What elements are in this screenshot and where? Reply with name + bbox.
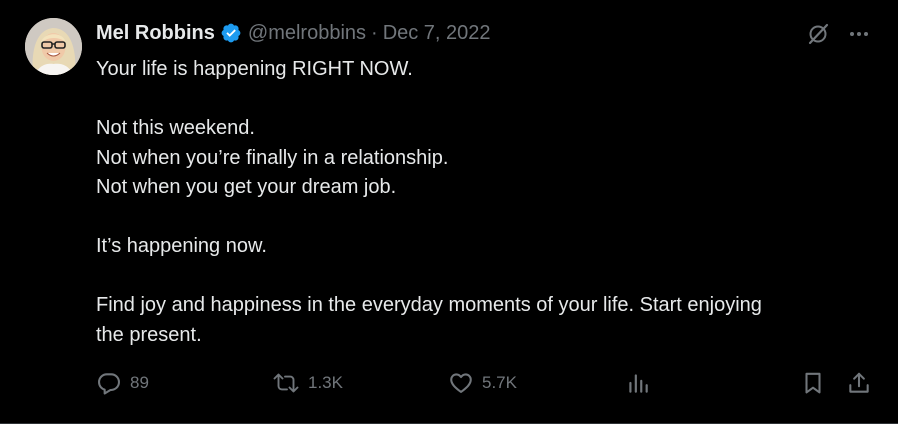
avatar-photo <box>25 18 82 75</box>
tweet-line: Not when you get your dream job. <box>96 176 397 198</box>
tweet-line: Not when you’re finally in a relationshi… <box>96 146 449 169</box>
views-icon <box>625 370 651 396</box>
bookmark-button[interactable] <box>800 369 826 397</box>
like-count: 5.7K <box>482 373 517 392</box>
reply-icon <box>96 370 122 396</box>
tweet-card: Mel Robbins @melrobbins · Dec 7, 2022 Yo… <box>0 0 898 424</box>
tweet-date[interactable]: Dec 7, 2022 <box>383 22 491 45</box>
share-button[interactable] <box>846 369 872 397</box>
tweet-line: Not this weekend. <box>96 117 255 139</box>
tweet-line: Find joy and happiness in the everyday m… <box>96 294 762 316</box>
tweet-top-actions <box>806 22 870 46</box>
avatar[interactable] <box>25 18 82 75</box>
author-handle[interactable]: @melrobbins <box>248 22 366 45</box>
retweet-button[interactable]: 1.3K <box>272 369 343 397</box>
tweet-action-bar: 89 1.3K 5.7K <box>96 369 874 397</box>
separator-dot: · <box>371 21 378 44</box>
tweet-line: the present. <box>96 323 202 346</box>
verified-badge-icon <box>220 22 242 44</box>
share-icon <box>846 370 872 396</box>
views-button[interactable] <box>625 369 651 397</box>
tweet-line: It’s happening now. <box>96 235 267 257</box>
tweet-text: Your life is happening RIGHT NOW. Not th… <box>96 55 876 350</box>
retweet-icon <box>272 370 300 396</box>
grok-icon[interactable] <box>806 22 830 46</box>
tweet-header: Mel Robbins @melrobbins · Dec 7, 2022 <box>96 20 491 46</box>
author-name[interactable]: Mel Robbins <box>96 22 215 45</box>
more-icon[interactable] <box>848 23 870 45</box>
reply-button[interactable]: 89 <box>96 369 149 397</box>
bookmark-icon <box>800 370 826 396</box>
like-icon <box>448 370 474 396</box>
like-button[interactable]: 5.7K <box>448 369 517 397</box>
reply-count: 89 <box>130 373 149 392</box>
tweet-line: Your life is happening RIGHT NOW. <box>96 58 413 80</box>
retweet-count: 1.3K <box>308 373 343 392</box>
